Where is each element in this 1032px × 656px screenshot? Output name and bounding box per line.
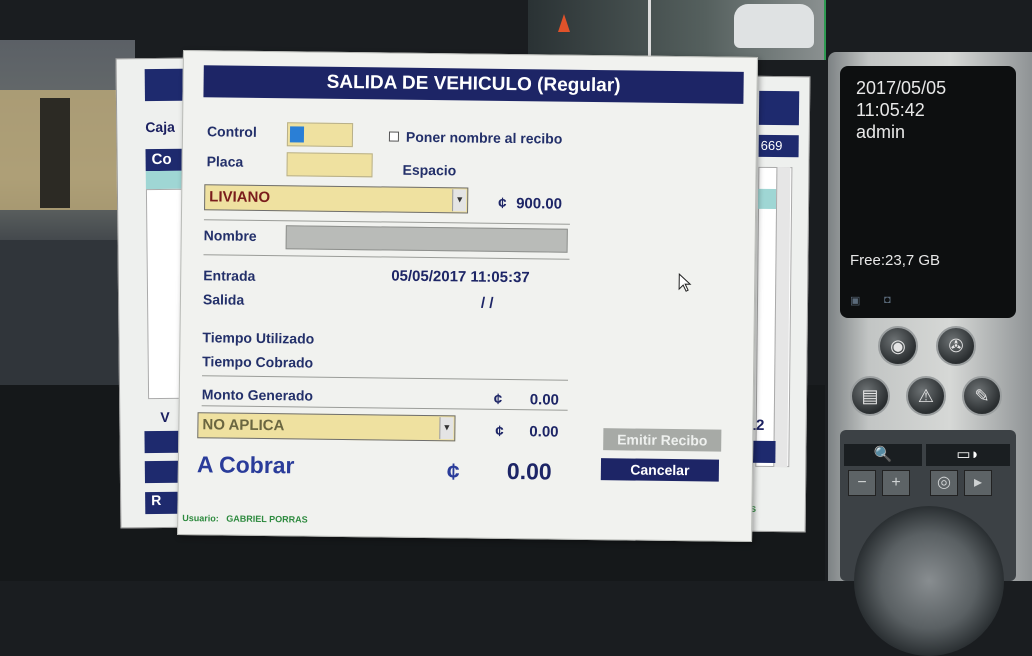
wrench-icon[interactable]: ✎ (962, 376, 1002, 416)
a-cobrar-currency: ¢ (446, 458, 460, 485)
focus-near-button[interactable]: ◎ (930, 470, 958, 496)
a-cobrar-label: A Cobrar (196, 451, 295, 479)
camera-road (0, 240, 135, 385)
usuario-label: Usuario: (182, 513, 219, 524)
chevron-down-icon: ▼ (439, 417, 454, 440)
a-cobrar-value: 0.00 (506, 457, 552, 485)
salida-value: / / (480, 294, 494, 312)
dvr-panel: 2017/05/05 11:05:42 admin Free:23,7 GB ▣… (828, 52, 1032, 656)
salida-label: Salida (202, 291, 245, 308)
entrada-label: Entrada (203, 267, 256, 284)
caja-label: Caja (145, 118, 175, 136)
dialog-title: SALIDA DE VEHICULO (Regular) (203, 65, 744, 104)
vehicle-type-select[interactable]: LIVIANO ▼ (204, 184, 469, 214)
dvr-user: admin (856, 122, 906, 142)
back-window-right-selected-row (757, 188, 777, 210)
poner-nombre-checkbox[interactable] (388, 131, 400, 142)
ptz-control-pad: 🔍 ▭◗ − + ◎ ▸ (840, 430, 1016, 656)
chevron-down-icon: ▼ (452, 189, 467, 212)
tiempo-utilizado-label: Tiempo Utilizado (202, 329, 315, 347)
usuario-name: GABRIEL PORRAS (226, 513, 308, 525)
back-window-button-3-label: R (151, 491, 162, 509)
camera-feed-left (0, 40, 135, 385)
separator (203, 254, 570, 260)
ptz-dial[interactable] (854, 506, 1004, 656)
monto-currency: ¢ (493, 390, 503, 408)
back-window-right-number: 669 (758, 134, 799, 158)
dvr-screen: 2017/05/05 11:05:42 admin Free:23,7 GB ▣… (840, 66, 1016, 318)
tiempo-cobrado-label: Tiempo Cobrado (202, 353, 314, 371)
descuento-value: 0.00 (529, 423, 559, 441)
back-window-v-label: V (160, 408, 170, 425)
monitor-icon: ▣ (850, 295, 861, 307)
dvr-free-space: Free:23,7 GB (850, 252, 941, 269)
traffic-cone (558, 14, 570, 32)
back-window-right-titlebar (758, 90, 800, 126)
parked-car (734, 4, 814, 48)
camera-feed-top (528, 0, 826, 60)
camera-door (40, 98, 70, 208)
placa-label: Placa (206, 153, 244, 170)
nombre-label: Nombre (203, 227, 257, 244)
espacio-label: Espacio (402, 161, 457, 179)
monto-generado-label: Monto Generado (201, 386, 314, 404)
vehicle-type-value: LIVIANO (209, 188, 271, 207)
focus-far-button[interactable]: ▸ (964, 470, 992, 496)
camera-icon: ▭◗ (926, 444, 1010, 466)
zoom-icon: 🔍 (844, 444, 922, 466)
descuento-currency: ¢ (495, 422, 504, 440)
dvr-date: 2017/05/05 (856, 78, 947, 98)
vehicle-exit-dialog: SALIDA DE VEHICULO (Regular) Control Pon… (177, 50, 758, 542)
discount-value: NO APLICA (202, 416, 285, 435)
speaker-icon: ◘ (884, 294, 891, 306)
dvr-time: 11:05:42 (856, 100, 925, 120)
separator (202, 375, 569, 381)
warning-icon[interactable]: ⚠ (906, 376, 946, 416)
film-reel-icon[interactable]: ✇ (936, 326, 976, 366)
separator (201, 405, 568, 411)
tarifa-currency: ¢ (498, 194, 507, 212)
control-input[interactable] (286, 122, 354, 148)
tarifa-value: 900.00 (516, 195, 563, 213)
separator (203, 219, 570, 225)
discount-select[interactable]: NO APLICA ▼ (197, 412, 456, 442)
entrada-value: 05/05/2017 11:05:37 (391, 267, 530, 287)
zoom-in-button[interactable]: + (882, 470, 910, 496)
emitir-recibo-button[interactable]: Emitir Recibo (603, 428, 722, 452)
record-icon[interactable]: ◉ (878, 326, 918, 366)
poner-nombre-label: Poner nombre al recibo (405, 128, 563, 147)
parking-line (648, 0, 651, 60)
control-label: Control (206, 123, 257, 140)
monto-value: 0.00 (529, 391, 560, 409)
document-icon[interactable]: ▤ (850, 376, 890, 416)
control-input-cursor (289, 126, 305, 143)
mouse-cursor-icon (678, 273, 692, 292)
placa-input[interactable] (286, 152, 373, 178)
cancelar-button[interactable]: Cancelar (600, 458, 720, 482)
nombre-input[interactable] (285, 225, 568, 253)
zoom-out-button[interactable]: − (848, 470, 876, 496)
